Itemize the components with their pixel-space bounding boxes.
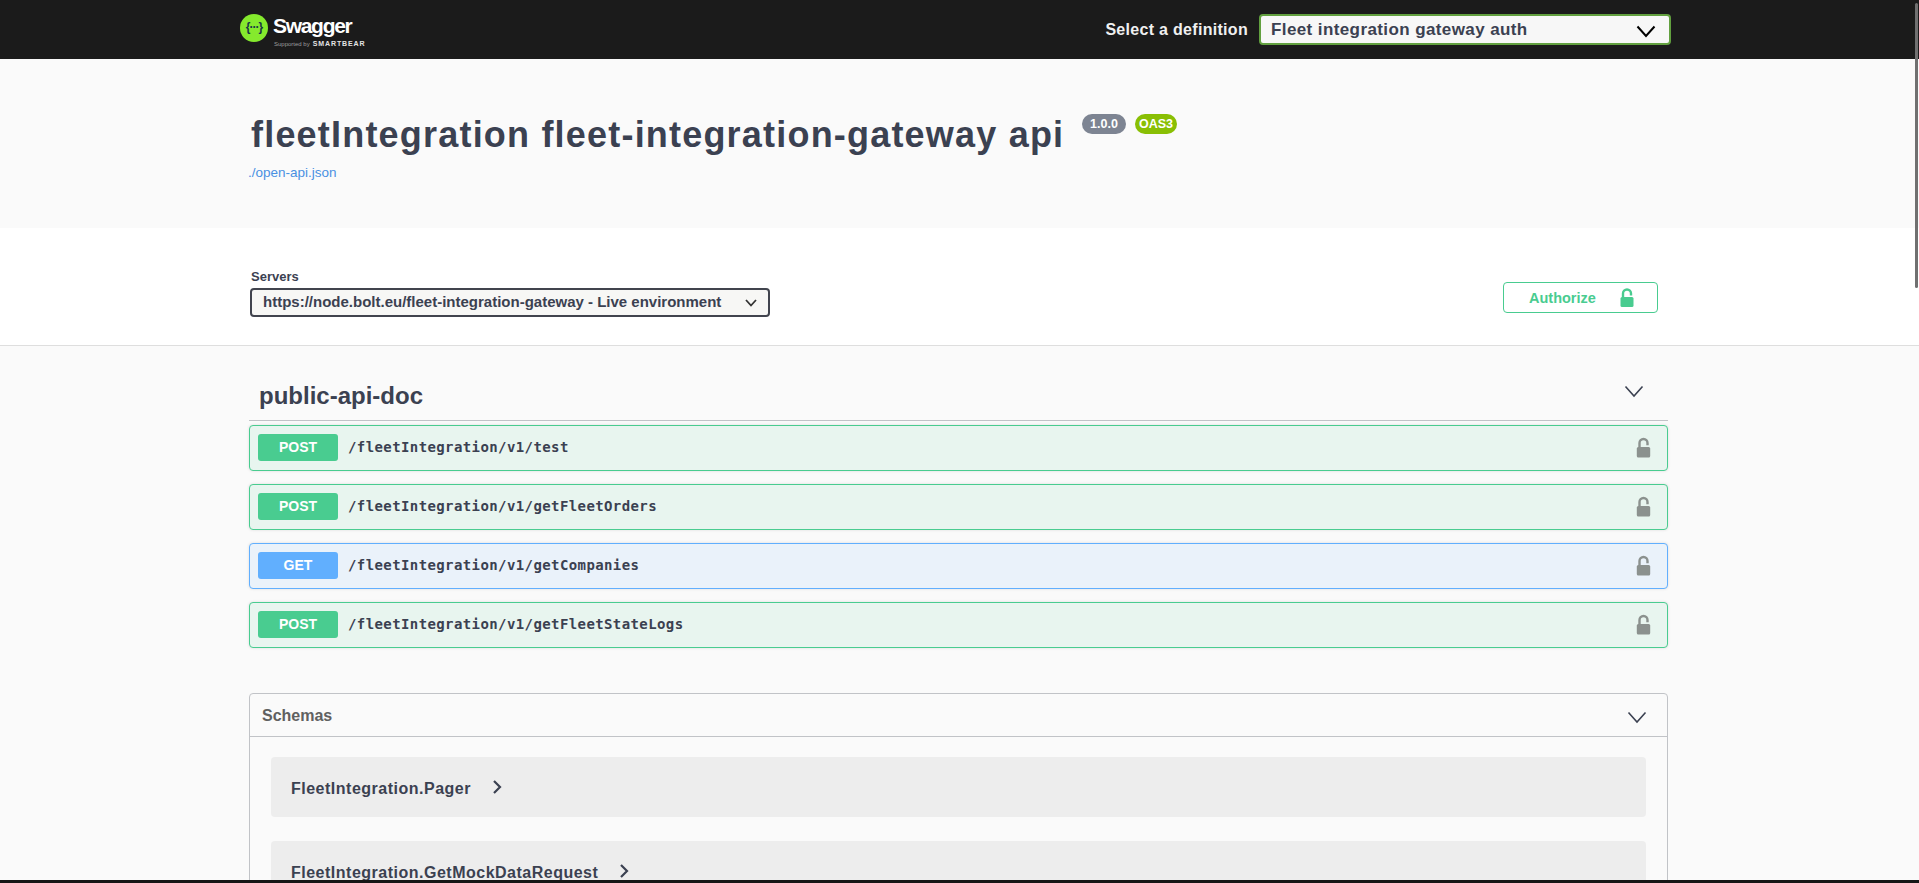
page-title: fleetIntegration fleet-integration-gatew… — [251, 114, 1064, 156]
schemas-section: Schemas FleetIntegration.Pager FleetInte… — [249, 693, 1668, 883]
collapse-section-icon[interactable] — [1624, 385, 1644, 398]
schemas-header[interactable]: Schemas — [250, 694, 1667, 737]
operations-section: public-api-doc POST /fleetIntegration/v1… — [0, 347, 1919, 883]
select-definition-label: Select a definition — [1105, 21, 1248, 39]
api-section-title[interactable]: public-api-doc — [259, 382, 423, 410]
authorize-label: Authorize — [1529, 290, 1596, 306]
operation-path: /fleetIntegration/v1/getFleetOrders — [348, 498, 657, 514]
lock-icon[interactable] — [1636, 496, 1651, 519]
model-name: FleetIntegration.Pager — [291, 780, 471, 798]
scrollbar-thumb[interactable] — [1915, 3, 1918, 288]
operation-row[interactable]: POST /fleetIntegration/v1/getFleetStateL… — [249, 602, 1668, 648]
brand-sub-prefix: Supported by — [274, 41, 310, 47]
lock-icon[interactable] — [1636, 614, 1651, 637]
operation-row[interactable]: POST /fleetIntegration/v1/test — [249, 425, 1668, 471]
method-badge: GET — [258, 552, 338, 579]
operation-path: /fleetIntegration/v1/getCompanies — [348, 557, 639, 573]
brand-subtitle: Supported bySMARTBEAR — [274, 40, 366, 47]
model-row[interactable]: FleetIntegration.Pager — [271, 757, 1646, 817]
operation-path: /fleetIntegration/v1/getFleetStateLogs — [348, 616, 684, 632]
lock-icon[interactable] — [1636, 437, 1651, 460]
spec-link[interactable]: ./open-api.json — [248, 165, 337, 180]
operation-path: /fleetIntegration/v1/test — [348, 439, 569, 455]
operation-row[interactable]: GET /fleetIntegration/v1/getCompanies — [249, 543, 1668, 589]
method-badge: POST — [258, 493, 338, 520]
expand-model-icon — [492, 779, 502, 795]
expand-model-icon — [619, 863, 629, 879]
schemas-title: Schemas — [262, 707, 332, 725]
unlock-icon — [1620, 288, 1634, 308]
section-divider — [249, 420, 1668, 421]
method-badge: POST — [258, 434, 338, 461]
definition-select-value: Fleet integration gateway auth — [1271, 20, 1528, 40]
lock-icon[interactable] — [1636, 555, 1651, 578]
model-row[interactable]: FleetIntegration.GetMockDataRequest — [271, 841, 1646, 883]
server-select-value: https://node.bolt.eu/fleet-integration-g… — [263, 293, 721, 310]
servers-label: Servers — [251, 269, 299, 284]
chevron-down-icon — [745, 299, 757, 307]
topbar: {···} Swagger Supported bySMARTBEAR Sele… — [0, 0, 1919, 59]
chevron-down-icon — [1636, 25, 1656, 38]
authorize-button[interactable]: Authorize — [1503, 282, 1658, 313]
operation-row[interactable]: POST /fleetIntegration/v1/getFleetOrders — [249, 484, 1668, 530]
swagger-logo-icon: {···} — [240, 14, 268, 42]
method-badge: POST — [258, 611, 338, 638]
info-section: fleetIntegration fleet-integration-gatew… — [0, 59, 1919, 228]
definition-select[interactable]: Fleet integration gateway auth — [1259, 14, 1671, 45]
version-badge: 1.0.0 — [1082, 114, 1126, 134]
collapse-schemas-icon[interactable] — [1627, 711, 1647, 724]
brand-sub-name: SMARTBEAR — [313, 40, 366, 47]
scheme-container: Servers https://node.bolt.eu/fleet-integ… — [0, 228, 1919, 346]
server-select[interactable]: https://node.bolt.eu/fleet-integration-g… — [250, 288, 770, 317]
oas3-badge: OAS3 — [1135, 114, 1177, 134]
brand-name: Swagger — [273, 14, 351, 38]
